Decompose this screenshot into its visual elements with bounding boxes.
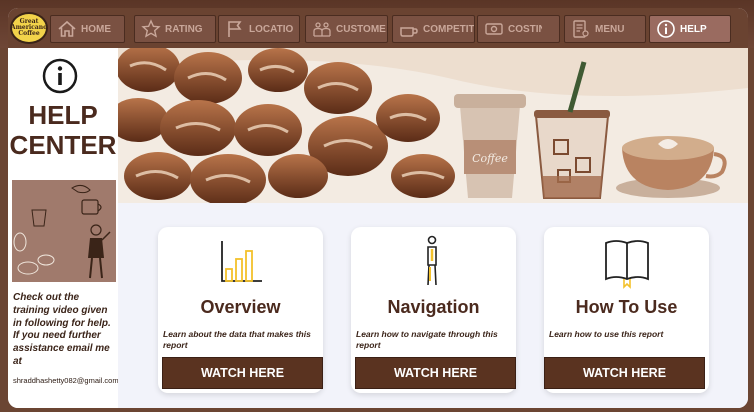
cup-label: Coffee (472, 152, 508, 165)
nav-menu-label: MENU (595, 23, 625, 35)
people-icon (311, 18, 333, 40)
logo-text: Great Americano Coffee (10, 18, 48, 37)
flag-icon (224, 18, 246, 40)
nav-help-label: HELP (680, 23, 707, 35)
barista-illustration (12, 180, 116, 282)
nav-customer-label: CUSTOMER (336, 23, 386, 35)
contact-email[interactable]: shraddhashetty082@gmail.com (13, 376, 127, 385)
nav-bar: Great Americano Coffee HOME RATING LOCAT… (8, 8, 748, 48)
help-cards-area: Overview Learn about the data that makes… (118, 203, 748, 408)
book-icon (598, 231, 656, 291)
card-title: Overview (200, 297, 281, 317)
nav-competitor-label: COMPETITOR (423, 23, 474, 35)
nav-help-button[interactable]: HELP (649, 15, 731, 43)
watch-navigation-button[interactable]: WATCH HERE (355, 357, 516, 389)
nav-home-label: HOME (81, 23, 111, 35)
nav-competitor-button[interactable]: COMPETITOR (392, 15, 475, 43)
watch-overview-button[interactable]: WATCH HERE (162, 357, 323, 389)
report-page: Great Americano Coffee HOME RATING LOCAT… (8, 8, 748, 408)
nav-rating-label: RATING (165, 23, 203, 35)
nav-customer-button[interactable]: CUSTOMER (305, 15, 388, 43)
nav-costing-button[interactable]: COSTING (477, 15, 560, 43)
nav-menu-button[interactable]: MENU (564, 15, 646, 43)
info-icon (655, 18, 677, 40)
help-sidebar: HELP CENTER Check out the training video… (8, 48, 119, 408)
nav-home-button[interactable]: HOME (50, 15, 125, 43)
nav-rating-button[interactable]: RATING (134, 15, 216, 43)
money-icon (483, 18, 505, 40)
menu-icon (570, 18, 592, 40)
card-description: Learn about the data that makes this rep… (163, 329, 311, 350)
nav-location-button[interactable]: LOCATION (218, 15, 300, 43)
card-title: How To Use (575, 297, 678, 317)
brand-logo: Great Americano Coffee (10, 12, 48, 44)
card-description: Learn how to use this report (549, 329, 664, 339)
card-title: Navigation (387, 297, 480, 317)
nav-costing-label: COSTING (508, 23, 542, 35)
watch-how-to-use-button[interactable]: WATCH HERE (544, 357, 705, 389)
card-description: Learn how to navigate through this repor… (356, 329, 498, 350)
overview-card: Overview Learn about the data that makes… (158, 227, 323, 393)
nav-location-label: LOCATION (249, 23, 293, 35)
bar-chart-icon (212, 231, 270, 291)
home-icon (56, 18, 78, 40)
person-icon (403, 231, 461, 291)
help-message: Check out the training video given in fo… (13, 292, 111, 367)
coffee-banner-image: Coffee (118, 48, 748, 203)
how-to-use-card: How To Use Learn how to use this report … (544, 227, 709, 393)
navigation-card: Navigation Learn how to navigate through… (351, 227, 516, 393)
cup-icon (398, 18, 420, 40)
help-center-title: HELP CENTER (9, 100, 117, 160)
info-icon (42, 58, 78, 94)
star-icon (140, 18, 162, 40)
